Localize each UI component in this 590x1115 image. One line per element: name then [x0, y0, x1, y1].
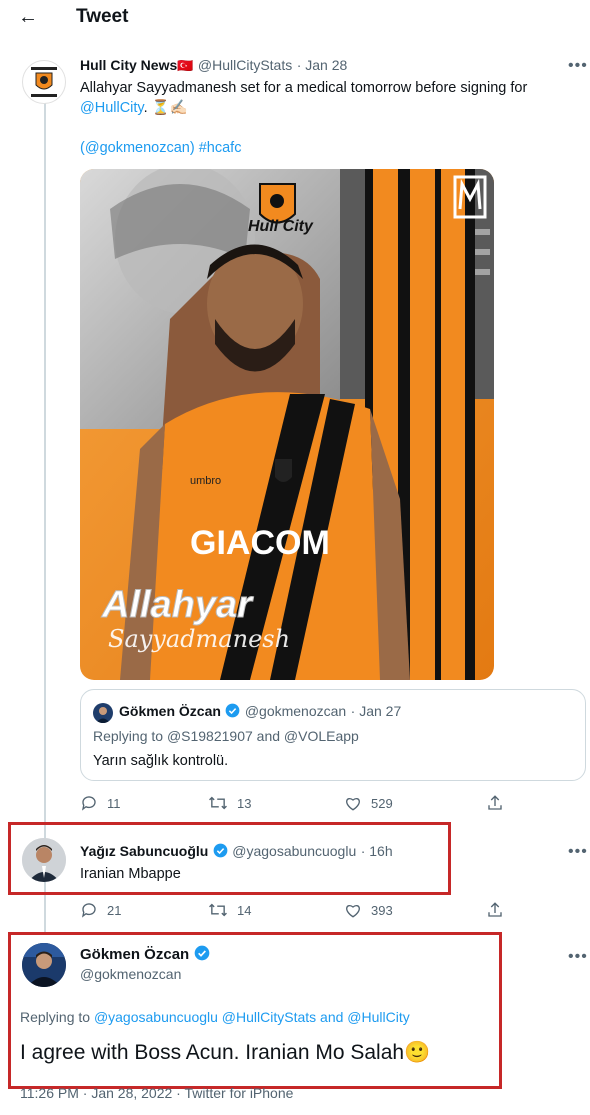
- tweet1-text: Allahyar Sayyadmanesh set for a medical …: [80, 78, 580, 158]
- reply-icon: [81, 796, 96, 811]
- page-title: Tweet: [76, 6, 129, 27]
- gokmenozcan-mention-link[interactable]: @gokmenozcan: [85, 140, 190, 156]
- tweet3-footer: 11:26 PM · Jan 28, 2022 · Twitter for iP…: [20, 1086, 294, 1100]
- tweet2-header: Yağız Sabuncuoğlu @yagosabuncuoglu · 16h: [80, 843, 393, 861]
- person-icon: [22, 838, 66, 882]
- tweet-date[interactable]: · 16h: [361, 843, 393, 859]
- retweet-button[interactable]: 14: [208, 901, 251, 919]
- tweet1-credit: (@gokmenozcan) #hcafc: [80, 138, 580, 158]
- thread-line: [44, 103, 46, 933]
- share-icon: [488, 795, 502, 810]
- replying-prefix: Replying to: [20, 1009, 91, 1025]
- gokmen-avatar-small: [93, 703, 113, 723]
- share-button[interactable]: [486, 794, 504, 812]
- person-icon: [96, 707, 110, 723]
- quote-author-handle: @gokmenozcan: [244, 703, 347, 719]
- retweet-count: 14: [237, 902, 252, 918]
- retweet-button[interactable]: 13: [208, 794, 251, 812]
- tweet3-replying-to: Replying to @yagosabuncuoglu @HullCitySt…: [20, 1009, 410, 1025]
- tweet-media-image[interactable]: Hull City GIACOM umbro Allahyar Sayyadma…: [80, 169, 494, 680]
- quote-replying-prefix: Replying to: [93, 728, 164, 744]
- tweet1-text-emojis: . ⏳✍🏻: [143, 100, 188, 116]
- club-name-text: Hull City: [248, 218, 314, 235]
- gokmen-avatar[interactable]: [22, 943, 66, 987]
- yagiz-avatar[interactable]: [22, 838, 66, 882]
- more-options-icon[interactable]: •••: [568, 843, 588, 861]
- sponsor-text: GIACOM: [190, 524, 330, 562]
- retweet-count: 13: [237, 795, 252, 811]
- kit-brand-text: umbro: [190, 475, 221, 487]
- retweet-icon: [209, 903, 227, 917]
- turkey-flag-icon: 🇹🇷: [177, 58, 194, 73]
- like-count: 393: [371, 902, 393, 918]
- back-arrow-icon[interactable]: ←: [18, 6, 38, 29]
- quote-text: Yarın sağlık kontrolü.: [93, 753, 229, 769]
- hull-city-crest-icon: [27, 65, 61, 99]
- quote-header: Gökmen Özcan @gokmenozcan · Jan 27: [119, 703, 401, 721]
- hull-city-news-avatar[interactable]: [22, 60, 66, 104]
- tweet3-text-body: I agree with Boss Acun. Iranian Mo Salah: [20, 1041, 405, 1064]
- credit-close: ): [189, 140, 195, 156]
- hullcity-mention-link[interactable]: @HullCity: [80, 100, 144, 116]
- author-name[interactable]: Gökmen Özcan: [80, 946, 189, 963]
- like-count: 529: [371, 795, 393, 811]
- tweet1-text-line: Allahyar Sayyadmanesh set for a medical …: [80, 80, 528, 96]
- reply-button[interactable]: 11: [80, 794, 121, 812]
- reply-count: 11: [107, 795, 121, 811]
- retweet-icon: [209, 796, 227, 810]
- verified-badge-icon: [213, 843, 228, 858]
- share-icon: [488, 902, 502, 917]
- tweet2-text: Iranian Mbappe: [80, 866, 181, 882]
- tweet3-header: Gökmen Özcan: [80, 945, 210, 964]
- hcafc-hashtag-link[interactable]: #hcafc: [199, 140, 242, 156]
- author-handle[interactable]: @gokmenozcan: [80, 966, 181, 982]
- more-options-icon[interactable]: •••: [568, 57, 588, 75]
- heart-icon: [346, 798, 360, 811]
- reply-count: 21: [107, 902, 122, 918]
- player-graphic: Hull City GIACOM umbro Allahyar Sayyadma…: [80, 169, 494, 680]
- tweet3-text: I agree with Boss Acun. Iranian Mo Salah…: [20, 1041, 430, 1065]
- share-button[interactable]: [486, 901, 504, 919]
- verified-badge-icon: [194, 945, 209, 961]
- quote-author-name: Gökmen Özcan: [119, 703, 221, 719]
- reply-button[interactable]: 21: [80, 901, 121, 919]
- top-bar: ← Tweet: [0, 0, 590, 40]
- tweet-date[interactable]: · Jan 28: [297, 57, 348, 73]
- like-button[interactable]: 393: [344, 901, 393, 919]
- author-handle[interactable]: @yagosabuncuoglu: [232, 843, 356, 859]
- quoted-tweet[interactable]: Gökmen Özcan @gokmenozcan · Jan 27 Reply…: [80, 689, 586, 781]
- tweet1-header: Hull City News🇹🇷 @HullCityStats · Jan 28: [80, 57, 550, 75]
- quote-replying-to: Replying to @S19821907 and @VOLEapp: [93, 728, 359, 744]
- smile-emoji-icon: 🙂: [404, 1041, 431, 1064]
- player-first-name: Allahyar: [101, 584, 254, 626]
- more-options-icon[interactable]: •••: [568, 948, 588, 966]
- like-button[interactable]: 529: [344, 794, 393, 812]
- player-last-name: Sayyadmanesh: [108, 625, 290, 653]
- verified-badge-icon: [226, 703, 240, 718]
- quote-replying-handles: @S19821907 and @VOLEapp: [166, 728, 359, 744]
- author-name[interactable]: Hull City News: [80, 57, 177, 73]
- person-icon: [22, 943, 66, 987]
- replying-to-handles[interactable]: @yagosabuncuoglu @HullCityStats and @Hul…: [94, 1009, 410, 1025]
- author-handle[interactable]: @HullCityStats: [198, 57, 292, 73]
- quote-date: · Jan 27: [350, 703, 402, 719]
- author-name[interactable]: Yağız Sabuncuoğlu: [80, 843, 208, 859]
- reply-icon: [81, 903, 96, 918]
- heart-icon: [346, 905, 360, 918]
